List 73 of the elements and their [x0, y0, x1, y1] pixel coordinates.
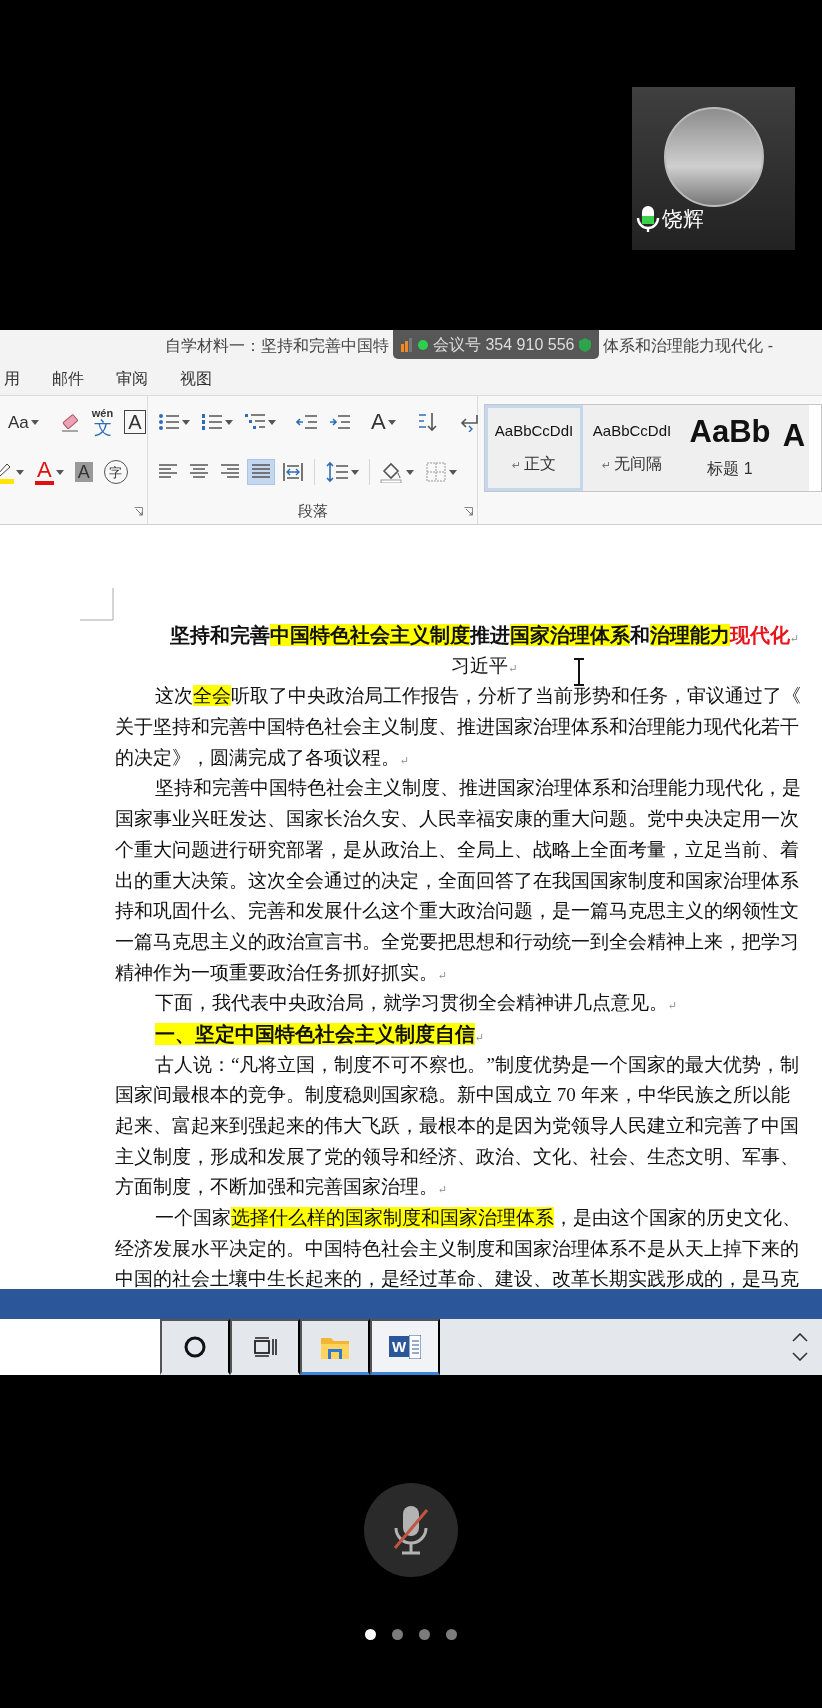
paragraph-line: 中国的社会土壤中生长起来的，是经过革命、建设、改革长期实践形成的，是马克	[115, 1267, 799, 1292]
numbered-list-icon	[201, 412, 223, 432]
meeting-id-text: 会议号 354 910 556	[433, 334, 575, 355]
shield-icon	[579, 337, 592, 352]
page-corner-mark	[80, 588, 114, 621]
participant-name: 饶辉	[662, 206, 704, 232]
border-grid-icon	[425, 461, 447, 483]
window-title: 自学材料一：坚持和完善中国特	[165, 336, 389, 356]
paragraph-line: 方面制度，不断加强和完善国家治理。↵	[115, 1175, 448, 1200]
paragraph-line: 经济发展水平决定的。中国特色社会主义制度和国家治理体系不是从天上掉下来的	[115, 1236, 799, 1261]
multilevel-list-icon	[244, 412, 266, 432]
paragraph-line: 一篇马克思主义的政治宣言书。全党要把思想和行动统一到全会精神上来，把学习	[115, 929, 799, 954]
decrease-indent-icon	[296, 412, 318, 432]
paint-bucket-icon	[380, 461, 404, 483]
justify-icon	[251, 463, 271, 481]
paragraph-line: 古人说：“凡将立国，制度不可不察也。”制度优势是一个国家的最大优势，制	[155, 1052, 799, 1077]
menu-tab[interactable]: 审阅	[112, 366, 152, 391]
paragraph-line: 主义制度，形成和发展了党的领导和经济、政治、文化、社会、生态文明、军事、	[115, 1144, 799, 1169]
dialog-launcher-icon[interactable]	[134, 507, 143, 516]
text-cursor-icon	[572, 658, 586, 686]
distribute-icon	[282, 462, 304, 482]
paragraph-line: 起来、富起来到强起来的伟大飞跃，最根本的是因为党领导人民建立和完善了中国	[115, 1114, 799, 1138]
style-option[interactable]: A	[779, 405, 809, 491]
align-left-icon	[158, 463, 178, 481]
paragraph-line: 精神作为一项重要政治任务抓好抓实。↵	[115, 960, 448, 985]
page-indicator-dot[interactable]	[446, 1629, 457, 1640]
line-spacing-icon	[325, 461, 349, 483]
muted-microphone-icon	[391, 1504, 431, 1556]
taskbar-button[interactable]: W	[370, 1319, 440, 1375]
phonetic-button[interactable]: wén 文	[87, 403, 118, 441]
task-view-icon	[253, 1335, 277, 1358]
author-name: 习近平↵	[450, 653, 518, 678]
bullet-list-icon	[158, 412, 180, 432]
increase-indent-icon	[329, 412, 351, 432]
chevron-down-icon[interactable]	[792, 1352, 808, 1361]
align-right-icon	[220, 463, 240, 481]
paragraph-line: 出的重大决策。这次全会通过的决定，全面回答了在我国国家制度和国家治理体系	[115, 868, 799, 893]
paragraph-line: 个重大问题进行研究部署，是从政治上、全局上、战略上全面考量，立足当前、着	[115, 837, 799, 862]
paragraph-line: 的决定》，圆满完成了各项议程。↵	[115, 745, 410, 770]
paragraph-line: 国家间最根本的竞争。制度稳则国家稳。新中国成立 70 年来，中华民族之所以能	[115, 1083, 790, 1108]
paragraph-line: 关于坚持和完善中国特色社会主义制度、推进国家治理体系和治理能力现代化若干	[115, 715, 799, 740]
page-indicator-dot[interactable]	[419, 1629, 430, 1640]
align-center-icon	[189, 463, 209, 481]
microphone-icon	[636, 204, 660, 233]
circle-icon	[184, 1335, 206, 1358]
menu-tab[interactable]: 视图	[176, 366, 216, 391]
page-indicator-dot[interactable]	[392, 1629, 403, 1640]
section-heading: 一、坚定中国特色社会主义制度自信↵	[155, 1021, 485, 1047]
paragraph-line: 这次全会听取了中央政治局工作报告，分析了当前形势和任务，审议通过了《	[155, 684, 801, 709]
menu-tab[interactable]: 用	[0, 366, 24, 391]
window-title: 体系和治理能力现代化 -	[603, 336, 774, 356]
paragraph-line: 持和巩固什么、完善和发展什么这个重大政治问题，是一篇马克思主义的纲领性文	[115, 899, 799, 924]
font-color-button[interactable]: A	[31, 455, 68, 489]
page-indicator-dot[interactable]	[365, 1629, 376, 1640]
style-option[interactable]: AaBbCcDdI ↵ 正文	[485, 405, 583, 491]
taskbar-button[interactable]	[160, 1319, 230, 1375]
font-size-button[interactable]: Aa	[4, 409, 43, 435]
style-option[interactable]: AaBb 标题 1	[681, 405, 779, 491]
paragraph-line: 坚持和完善中国特色社会主义制度、推进国家治理体系和治理能力现代化，是	[155, 776, 801, 801]
signal-bars-icon	[401, 337, 413, 352]
taskbar-search-field[interactable]	[0, 1319, 160, 1375]
group-label: 段落	[296, 500, 329, 521]
dialog-launcher-icon[interactable]	[464, 507, 473, 516]
asian-layout-button[interactable]: A	[367, 407, 400, 437]
status-dot-icon	[418, 339, 428, 350]
paragraph-line: 下面，我代表中央政治局，就学习贯彻全会精神讲几点意见。↵	[155, 991, 678, 1016]
paragraph-line: 国家事业兴旺发达、国家长治久安、人民幸福安康的重大问题。党中央决定用一次	[115, 807, 799, 832]
chevron-up-icon[interactable]	[792, 1333, 808, 1342]
taskbar-button[interactable]	[230, 1319, 300, 1375]
style-option[interactable]: AaBbCcDdI ↵ 无间隔	[583, 405, 681, 491]
justify-button[interactable]	[247, 459, 275, 485]
paragraph-line: 一个国家选择什么样的国家制度和国家治理体系，是由这个国家的历史文化、	[155, 1206, 801, 1231]
menu-tab[interactable]: 邮件	[48, 366, 88, 391]
